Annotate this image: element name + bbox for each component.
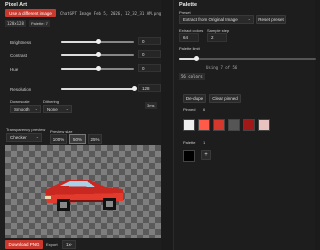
resolution-value[interactable]: 128 (138, 84, 161, 92)
palette-limit-track[interactable] (179, 58, 316, 60)
chevron-down-icon: ⌄ (69, 241, 73, 246)
add-color-button[interactable]: + (201, 150, 211, 160)
palette-title: Palette (179, 2, 198, 8)
resolution-thumb[interactable] (132, 86, 137, 91)
sample-step-input[interactable]: 2 (207, 33, 227, 42)
transparency-value: Checker (10, 135, 27, 140)
brightness-label: Brightness (10, 40, 32, 45)
chevron-down-icon: ⌄ (34, 106, 38, 111)
download-png-button[interactable]: Download PNG (5, 240, 43, 249)
hue-fill (61, 68, 98, 70)
dedupe-button[interactable]: De-dupe (183, 94, 206, 103)
palette-swatch[interactable] (243, 119, 255, 131)
brightness-thumb[interactable] (96, 39, 101, 44)
transparency-select[interactable]: Checker ⌄ (6, 133, 42, 142)
contrast-label: Contrast (10, 53, 28, 58)
palette-swatch[interactable] (228, 119, 240, 131)
use-different-image-button[interactable]: Use a different image (5, 9, 56, 17)
preview-100-button[interactable]: 100% (50, 134, 67, 144)
palette-count-chip: Palette: 7 (29, 20, 50, 27)
hue-thumb[interactable] (96, 66, 101, 71)
chevron-down-icon: ⌄ (65, 106, 69, 111)
palette-limit-label: Palette limit (179, 46, 200, 51)
dithering-select[interactable]: None ⌄ (43, 105, 72, 113)
export-label: Export (46, 242, 58, 247)
brightness-fill (61, 41, 98, 43)
clear-pinned-button[interactable]: Clear pinned (209, 94, 241, 103)
preview-25-button[interactable]: 25% (88, 134, 102, 144)
filename-text: ChatGPT Image Feb 5, 2026, 12_32_31 AM.p… (60, 11, 162, 16)
contrast-thumb[interactable] (96, 52, 101, 57)
dithering-label: Dithering (43, 99, 60, 104)
downscale-value: Smooth (14, 106, 30, 112)
export-scale-select[interactable]: 1x ⌄ (62, 240, 76, 249)
preview-50-button[interactable]: 50% (69, 134, 86, 144)
pinned-count: 6 (203, 107, 206, 112)
palette-swatch[interactable] (258, 119, 270, 131)
palette-section-count: 1 (203, 140, 206, 145)
hue-value[interactable]: 0 (138, 64, 161, 72)
preset-value: Extract from Original Image (183, 17, 238, 22)
colors-count-chip: 56 colors (179, 73, 205, 80)
pinned-label: Pinned (183, 107, 196, 112)
transparency-label: Transparency preview (6, 127, 46, 132)
chevron-down-icon: ⌄ (247, 16, 251, 21)
resolution-fill (61, 88, 134, 90)
contrast-fill (61, 54, 98, 56)
palette-swatch[interactable] (198, 119, 210, 131)
hue-label: Hue (10, 67, 19, 72)
dimensions-chip: 128x128 (5, 20, 26, 27)
palette-swatch[interactable] (183, 119, 195, 131)
car-image (45, 180, 124, 211)
palette-black-swatch[interactable] (183, 150, 195, 162)
palette-swatch[interactable] (213, 119, 225, 131)
palette-panel: Palette Preset Extract from Original Ima… (173, 0, 316, 250)
using-text: Using 7 of 56 (206, 65, 238, 70)
preview-canvas (5, 145, 161, 238)
downscale-label: Downscale (10, 99, 30, 104)
palette-section-label: Palette (183, 140, 196, 145)
downscale-select[interactable]: Smooth ⌄ (10, 105, 41, 113)
chevron-down-icon: ⌄ (35, 134, 39, 139)
timing-chip: 3ms (145, 102, 157, 109)
contrast-value[interactable]: 0 (138, 50, 161, 58)
palette-limit-thumb[interactable] (194, 56, 199, 61)
pixel-art-panel: Pixel Art Use a different image ChatGPT … (0, 0, 161, 250)
dithering-value: None (47, 106, 58, 112)
resolution-label: Resolution (10, 87, 32, 92)
brightness-value[interactable]: 0 (138, 37, 161, 45)
pixel-art-title: Pixel Art (5, 2, 28, 8)
extract-colors-input[interactable]: 64 (179, 33, 199, 42)
preset-select[interactable]: Extract from Original Image ⌄ (179, 15, 254, 24)
reset-preset-button[interactable]: Reset preset (256, 15, 286, 24)
